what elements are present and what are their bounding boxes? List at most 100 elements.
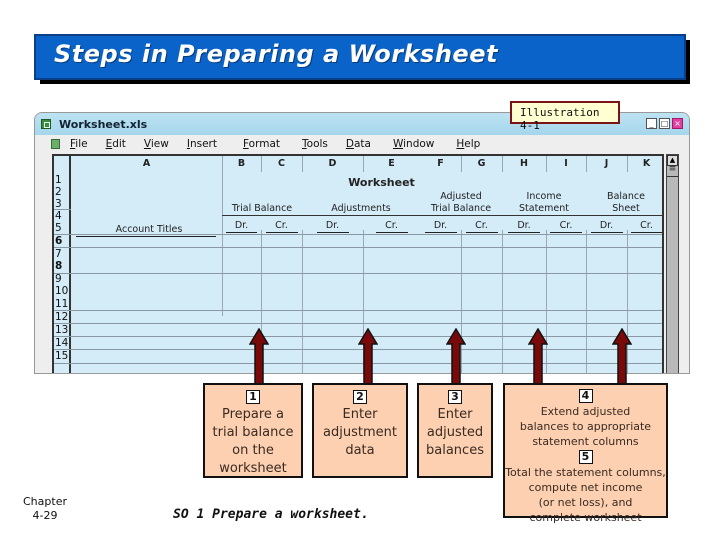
- row-number[interactable]: 13: [55, 324, 70, 336]
- step-text: statement columns: [532, 435, 639, 448]
- maximize-button[interactable]: □: [659, 118, 670, 129]
- column-divider: [261, 156, 262, 172]
- row-number[interactable]: 7: [55, 248, 70, 260]
- step-text: Prepare a: [221, 407, 285, 422]
- step-box-3: 3 Enter adjusted balances: [417, 383, 493, 478]
- group-underline: [222, 215, 662, 216]
- illustration-label: Illustration 4-1: [510, 101, 620, 132]
- menu-help[interactable]: Help: [456, 138, 480, 150]
- credit-column-label: Cr.: [375, 220, 408, 233]
- window-controls: _ □ ×: [646, 118, 683, 129]
- workbook-icon[interactable]: [51, 139, 60, 149]
- chapter-page: 4-29: [32, 509, 58, 522]
- debit-column-label: Dr.: [508, 220, 540, 233]
- step-number: 4: [578, 389, 593, 403]
- step-number: 2: [353, 390, 367, 404]
- menu-data[interactable]: Data: [346, 138, 371, 150]
- column-divider: [546, 156, 547, 172]
- slide-title: Steps in Preparing a Worksheet: [54, 40, 498, 68]
- up-arrow-icon: [358, 328, 378, 384]
- menu-view[interactable]: View: [144, 138, 169, 150]
- account-titles-underline: [76, 236, 216, 237]
- column-header-d[interactable]: D: [302, 156, 363, 172]
- step-text: on the: [232, 443, 274, 458]
- debit-column-label: Dr.: [226, 220, 257, 233]
- step-number: 5: [578, 450, 593, 464]
- menu-bar: File Edit View Insert Format Tools Data …: [35, 135, 689, 153]
- row-number[interactable]: 5: [55, 222, 70, 234]
- column-header-f[interactable]: F: [420, 156, 461, 172]
- column-header-a[interactable]: A: [71, 156, 222, 172]
- grid-line-horizontal: [54, 209, 71, 210]
- menu-tools[interactable]: Tools: [302, 138, 328, 150]
- row-number[interactable]: 10: [55, 285, 70, 297]
- excel-file-icon: [41, 119, 51, 129]
- menu-file[interactable]: File: [70, 138, 88, 150]
- grid-line-vertical: [222, 156, 223, 316]
- row-number[interactable]: 12: [55, 311, 70, 323]
- step-box-1: 1 Prepare a trial balance on the workshe…: [203, 383, 303, 478]
- credit-column-label: Cr.: [631, 220, 662, 233]
- chapter-label: Chapter 4-29: [22, 495, 68, 523]
- study-objective: SO 1 Prepare a worksheet.: [173, 507, 369, 522]
- column-header-c[interactable]: C: [261, 156, 302, 172]
- up-arrow-icon: [612, 328, 632, 384]
- menu-window[interactable]: Window: [393, 138, 434, 150]
- grid-line-vertical: [302, 230, 303, 373]
- worksheet-heading: Worksheet: [348, 176, 415, 189]
- step-text: data: [345, 443, 375, 458]
- group-heading-line2: Sheet: [612, 203, 640, 214]
- step-text: compute net income: [528, 481, 643, 494]
- group-heading-line2: Trial Balance: [430, 203, 492, 214]
- step-text: adjusted: [426, 425, 484, 440]
- column-divider: [627, 156, 628, 172]
- title-banner: Steps in Preparing a Worksheet: [34, 34, 686, 80]
- step-text: Enter: [437, 407, 473, 422]
- menu-insert[interactable]: Insert: [187, 138, 217, 150]
- grid-line-horizontal: [54, 310, 662, 311]
- vertical-scrollbar[interactable]: ▲ ≡: [666, 154, 679, 373]
- minimize-button[interactable]: _: [646, 118, 657, 129]
- scroll-thumb[interactable]: ≡: [667, 165, 678, 177]
- row-number[interactable]: 11: [55, 298, 70, 310]
- step-text: balances to appropriate: [519, 420, 652, 433]
- menu-format[interactable]: Format: [243, 138, 280, 150]
- credit-column-label: Cr.: [265, 220, 298, 233]
- column-header-k[interactable]: K: [627, 156, 662, 172]
- step-text: balances: [426, 443, 484, 458]
- step-number: 3: [448, 390, 462, 404]
- step-text: adjustment: [323, 425, 397, 440]
- row-number[interactable]: 1: [55, 174, 70, 186]
- column-header-b[interactable]: B: [222, 156, 261, 172]
- column-header-e[interactable]: E: [363, 156, 420, 172]
- row-number[interactable]: 8: [55, 260, 70, 272]
- row-number[interactable]: 9: [55, 273, 70, 285]
- group-heading-line2: Statement: [519, 203, 569, 214]
- column-header-g[interactable]: G: [461, 156, 502, 172]
- row-number[interactable]: 2: [55, 186, 70, 198]
- row-number[interactable]: 4: [55, 210, 70, 222]
- step-text: Extend adjusted: [540, 405, 631, 418]
- column-divider: [363, 156, 364, 172]
- row-number[interactable]: 14: [55, 337, 70, 349]
- column-header-i[interactable]: I: [546, 156, 586, 172]
- column-header-j[interactable]: J: [586, 156, 627, 172]
- up-arrow-icon: [528, 328, 548, 384]
- group-heading-line1: Adjusted: [440, 191, 482, 202]
- step-text: complete worksheet: [529, 511, 642, 524]
- debit-column-label: Dr.: [424, 220, 457, 233]
- close-button[interactable]: ×: [672, 118, 683, 129]
- credit-column-label: Cr.: [465, 220, 498, 233]
- column-divider: [586, 156, 587, 172]
- row-number[interactable]: 15: [55, 350, 70, 362]
- grid-line-horizontal: [54, 247, 662, 248]
- debit-column-label: Dr.: [316, 220, 349, 233]
- group-heading-line1: Income: [526, 191, 562, 202]
- column-header-h[interactable]: H: [502, 156, 546, 172]
- menu-edit[interactable]: Edit: [106, 138, 126, 150]
- step-text: trial balance: [212, 425, 294, 440]
- step-text: Total the statement columns,: [505, 466, 666, 479]
- row-number[interactable]: 6: [55, 235, 70, 247]
- step-box-2: 2 Enter adjustment data: [312, 383, 408, 478]
- grid-line-horizontal: [54, 273, 662, 274]
